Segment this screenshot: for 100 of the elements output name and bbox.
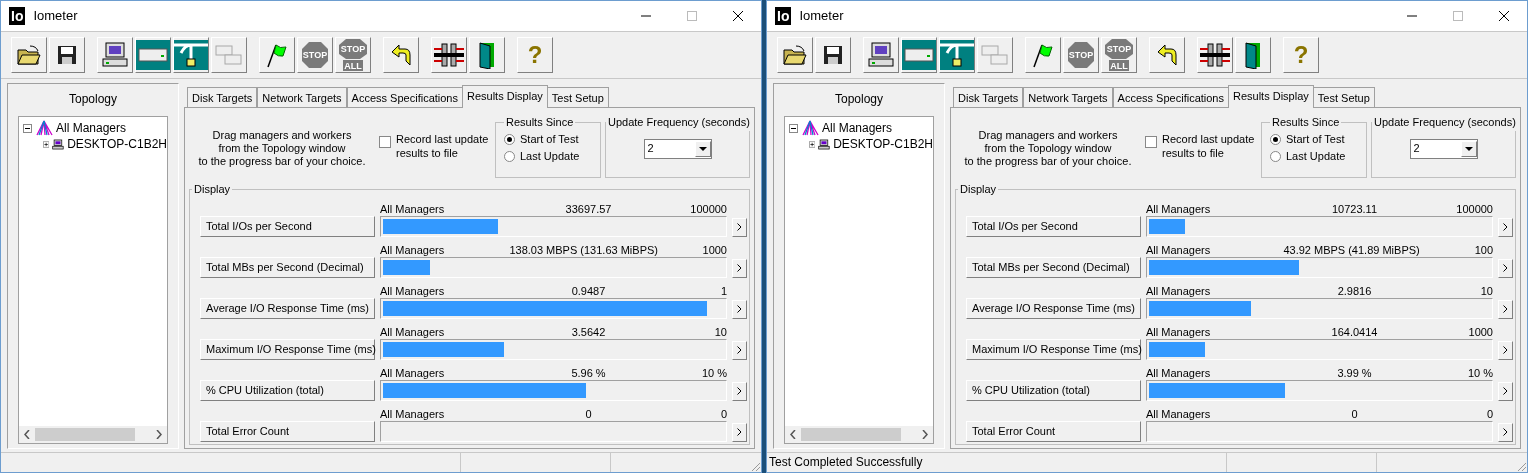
- save-button[interactable]: [49, 37, 85, 73]
- help-button[interactable]: ?: [1283, 37, 1319, 73]
- exit-button[interactable]: [469, 37, 505, 73]
- tab[interactable]: Access Specifications: [346, 87, 463, 107]
- scroll-left-icon[interactable]: [790, 430, 796, 439]
- scrollbar-thumb[interactable]: [35, 428, 135, 441]
- exit-button[interactable]: [1235, 37, 1271, 73]
- disk-drive-icon: [902, 40, 936, 70]
- reset-button[interactable]: [383, 37, 419, 73]
- tab[interactable]: Disk Targets: [953, 87, 1024, 107]
- start-button[interactable]: [1025, 37, 1061, 73]
- reset-button[interactable]: [1149, 37, 1185, 73]
- expand-button[interactable]: [732, 258, 747, 278]
- expand-button[interactable]: [1498, 258, 1513, 278]
- tab[interactable]: Network Targets: [257, 87, 347, 107]
- tree-item[interactable]: All Managers: [56, 119, 127, 137]
- network-worker-button[interactable]: [939, 37, 975, 73]
- workers-button[interactable]: [1197, 37, 1233, 73]
- metric-value: 164.0414: [1330, 324, 1379, 339]
- computer-icon: [52, 136, 65, 152]
- metric-button[interactable]: Total MBs per Second (Decimal): [200, 256, 375, 278]
- expand-button[interactable]: [732, 340, 747, 360]
- radio-button[interactable]: [504, 133, 515, 145]
- scroll-right-icon[interactable]: [156, 430, 162, 439]
- expand-button[interactable]: [732, 217, 747, 237]
- metric-button[interactable]: Total I/Os per Second: [966, 215, 1141, 237]
- scrollbar-thumb[interactable]: [801, 428, 901, 441]
- expand-icon[interactable]: [809, 139, 816, 149]
- metric-button[interactable]: Maximum I/O Response Time (ms): [966, 338, 1141, 360]
- expand-icon[interactable]: [43, 139, 50, 149]
- open-button[interactable]: [11, 37, 47, 73]
- network-worker-button[interactable]: [173, 37, 209, 73]
- close-icon[interactable]: [733, 11, 743, 21]
- tab[interactable]: Disk Targets: [187, 87, 258, 107]
- close-icon[interactable]: [1499, 11, 1509, 21]
- expand-button[interactable]: [732, 422, 747, 442]
- open-button[interactable]: [777, 37, 813, 73]
- tab[interactable]: Access Specifications: [1112, 87, 1229, 107]
- metric-button[interactable]: Total MBs per Second (Decimal): [966, 256, 1141, 278]
- metric-button[interactable]: Average I/O Response Time (ms): [966, 297, 1141, 319]
- chevron-right-icon: [737, 305, 742, 313]
- disk-worker-button[interactable]: [901, 37, 937, 73]
- horizontal-scrollbar[interactable]: [19, 426, 167, 443]
- manager-button[interactable]: [863, 37, 899, 73]
- chevron-right-icon: [737, 346, 742, 354]
- expand-button[interactable]: [1498, 217, 1513, 237]
- flag-icon: [1031, 42, 1055, 68]
- metric-button[interactable]: % CPU Utilization (total): [966, 379, 1141, 401]
- tree-item[interactable]: All Managers: [822, 119, 893, 137]
- radio-button[interactable]: [1270, 133, 1281, 145]
- metric-button[interactable]: % CPU Utilization (total): [200, 379, 375, 401]
- disk-worker-button[interactable]: [135, 37, 171, 73]
- frequency-dropdown[interactable]: 2: [643, 138, 712, 159]
- disk-drive-icon: [136, 40, 170, 70]
- collapse-icon[interactable]: [789, 123, 798, 133]
- scroll-left-icon[interactable]: [24, 430, 30, 439]
- frequency-dropdown[interactable]: 2: [1409, 138, 1478, 159]
- metric-max: 10 %: [700, 365, 727, 380]
- metric-button[interactable]: Maximum I/O Response Time (ms): [200, 338, 375, 360]
- resize-grip-icon[interactable]: [1515, 460, 1527, 472]
- manager-button[interactable]: [97, 37, 133, 73]
- metric-button[interactable]: Average I/O Response Time (ms): [200, 297, 375, 319]
- collapse-icon[interactable]: [23, 123, 32, 133]
- back-arrow-icon: [1155, 43, 1179, 67]
- radio-button[interactable]: [504, 150, 515, 162]
- chevron-right-icon: [737, 223, 742, 231]
- help-button[interactable]: ?: [517, 37, 553, 73]
- metric-max: 100000: [689, 201, 727, 216]
- radio-button[interactable]: [1270, 150, 1281, 162]
- metric-max: 1: [719, 283, 727, 298]
- expand-button[interactable]: [732, 299, 747, 319]
- tree-item[interactable]: DESKTOP-C1B2H: [67, 135, 167, 153]
- scroll-right-icon[interactable]: [922, 430, 928, 439]
- start-button[interactable]: [259, 37, 295, 73]
- dropdown-arrow-icon: [698, 146, 707, 151]
- checkbox[interactable]: [1145, 136, 1157, 148]
- tree-item[interactable]: DESKTOP-C1B2H: [833, 135, 933, 153]
- metric-button[interactable]: Total Error Count: [966, 420, 1141, 442]
- tab[interactable]: Results Display: [1228, 85, 1314, 108]
- metric-button[interactable]: Total Error Count: [200, 420, 375, 442]
- tab[interactable]: Test Setup: [546, 87, 609, 107]
- expand-button[interactable]: [732, 381, 747, 401]
- radio-label: Start of Test: [520, 131, 579, 147]
- workers-button[interactable]: [431, 37, 467, 73]
- tab[interactable]: Network Targets: [1023, 87, 1113, 107]
- chevron-right-icon: [1503, 346, 1508, 354]
- horizontal-scrollbar[interactable]: [785, 426, 933, 443]
- resize-grip-icon[interactable]: [749, 460, 761, 472]
- source-label: All Managers: [1146, 242, 1212, 257]
- metric-value: 33697.57: [564, 201, 613, 216]
- metric-value: 0.9487: [570, 283, 607, 298]
- save-button[interactable]: [815, 37, 851, 73]
- checkbox[interactable]: [379, 136, 391, 148]
- tab[interactable]: Results Display: [462, 85, 548, 108]
- tab[interactable]: Test Setup: [1312, 87, 1375, 107]
- expand-button[interactable]: [1498, 299, 1513, 319]
- expand-button[interactable]: [1498, 422, 1513, 442]
- expand-button[interactable]: [1498, 340, 1513, 360]
- metric-button[interactable]: Total I/Os per Second: [200, 215, 375, 237]
- expand-button[interactable]: [1498, 381, 1513, 401]
